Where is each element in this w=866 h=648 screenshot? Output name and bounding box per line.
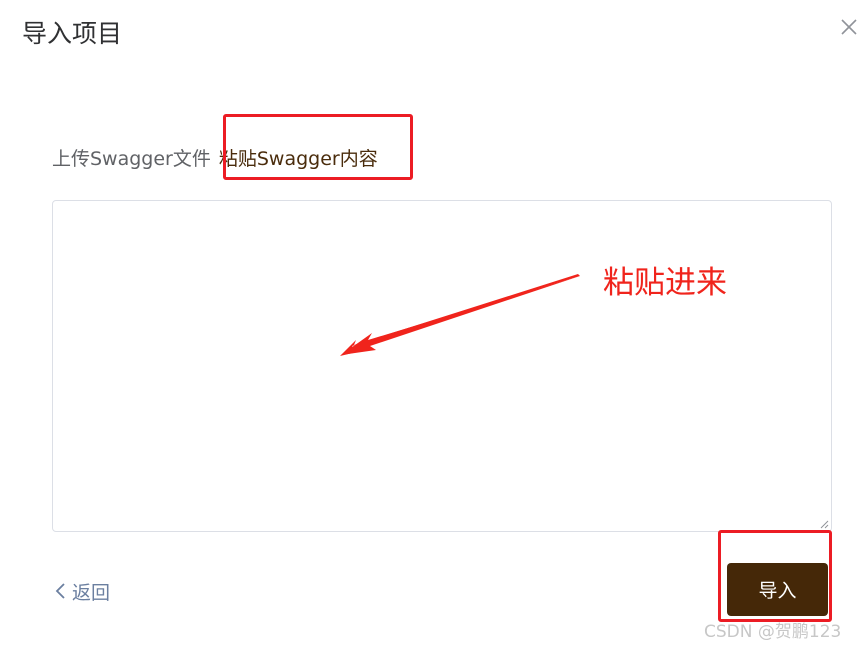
back-label: 返回 [72, 581, 111, 604]
back-link[interactable]: 返回 [54, 576, 110, 606]
swagger-content-textarea[interactable] [53, 201, 831, 531]
dialog-title: 导入项目 [22, 19, 123, 48]
chevron-left-icon [55, 583, 65, 599]
tab-upload-swagger-file[interactable]: 上传Swagger文件 [52, 145, 211, 173]
annotation-label: 粘贴进来 [603, 265, 727, 301]
import-button[interactable]: 导入 [727, 563, 828, 616]
watermark: CSDN @贺鹏123 [704, 622, 842, 642]
import-source-tabs: 上传Swagger文件 粘贴Swagger内容 [52, 144, 378, 174]
swagger-content-editor [52, 200, 832, 532]
close-icon[interactable] [838, 16, 860, 38]
resize-handle-icon[interactable] [819, 519, 829, 529]
tab-paste-swagger-content[interactable]: 粘贴Swagger内容 [219, 145, 378, 173]
